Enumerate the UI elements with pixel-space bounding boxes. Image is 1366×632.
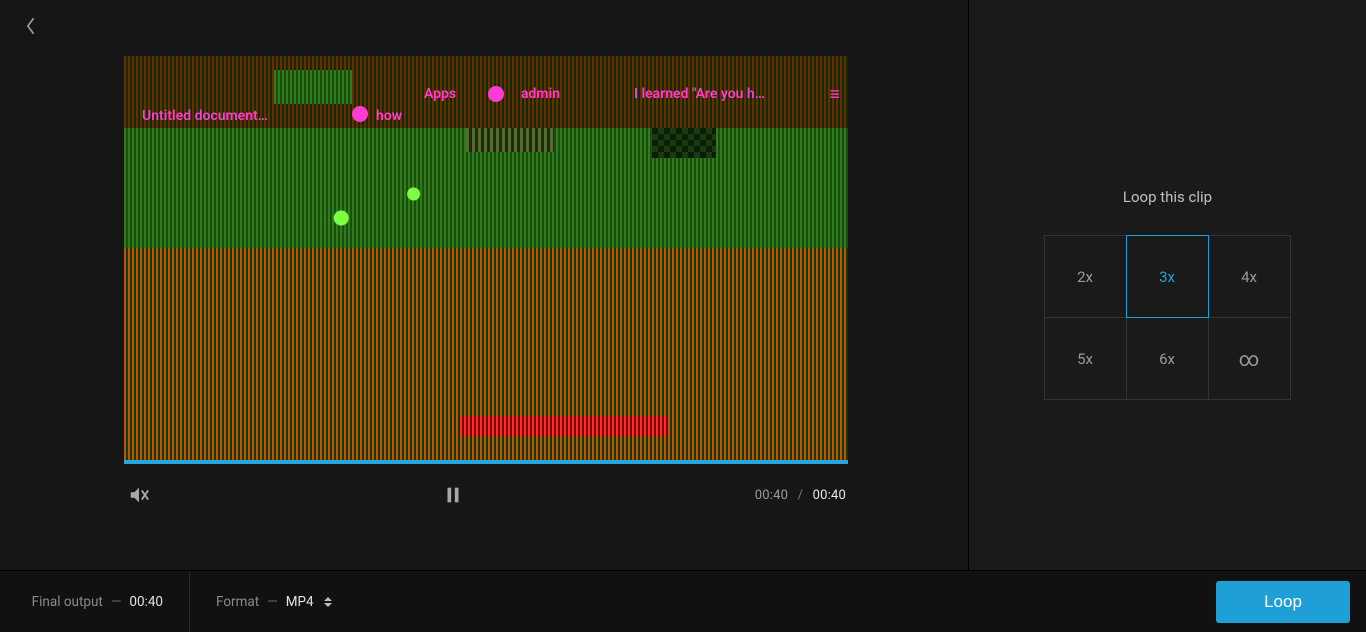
dash-separator: — [111, 594, 122, 610]
loop-count-grid: 2x 3x 4x 5x 6x ∞ [1045, 236, 1291, 400]
video-overlay-text: Apps [424, 86, 456, 102]
format-label: Format [216, 594, 259, 610]
duration-time: 00:40 [813, 488, 846, 503]
loop-option-label: 5x [1077, 350, 1093, 368]
final-output-value: 00:40 [129, 594, 163, 610]
globe-icon [488, 86, 504, 102]
final-output-label: Final output [32, 594, 103, 610]
loop-option-label: ∞ [1239, 347, 1260, 371]
loop-option-2x[interactable]: 2x [1044, 235, 1127, 318]
loop-option-label: 3x [1159, 268, 1175, 286]
preview-pane: Apps admin I learned "Are you h… ≡ Untit… [0, 0, 968, 570]
video-overlay-text: I learned "Are you h… [634, 86, 765, 102]
time-display: 00:40 / 00:40 [755, 488, 846, 503]
side-panel: Loop this clip 2x 3x 4x 5x 6x ∞ [968, 0, 1366, 570]
format-segment: Format — MP4 [190, 571, 360, 632]
format-value: MP4 [286, 594, 314, 610]
play-pause-button[interactable] [440, 482, 466, 508]
video-overlay-text: how [376, 108, 402, 124]
video-controls: 00:40 / 00:40 [124, 464, 848, 508]
video-overlay-band [466, 128, 554, 152]
pause-icon [442, 484, 464, 506]
loop-option-label: 6x [1159, 350, 1175, 368]
bottom-bar: Final output — 00:40 Format — MP4 Loop [0, 570, 1366, 632]
main-area: Apps admin I learned "Are you h… ≡ Untit… [0, 0, 1366, 570]
format-select[interactable]: MP4 [286, 594, 334, 610]
volume-muted-icon [128, 484, 150, 506]
video-overlay-band [274, 70, 352, 104]
globe-icon [352, 106, 368, 122]
video-overlay-text: admin [521, 86, 560, 102]
side-panel-title: Loop this clip [1123, 188, 1212, 206]
loop-option-6x[interactable]: 6x [1126, 317, 1209, 400]
final-output-segment: Final output — 00:40 [0, 571, 190, 632]
mute-button[interactable] [126, 482, 152, 508]
video-overlay-band [652, 128, 716, 158]
video-region: Apps admin I learned "Are you h… ≡ Untit… [124, 56, 848, 508]
video-frame[interactable]: Apps admin I learned "Are you h… ≡ Untit… [124, 56, 848, 460]
hamburger-icon: ≡ [829, 86, 840, 104]
spacer [360, 571, 1216, 632]
loop-option-label: 4x [1241, 268, 1257, 286]
app-root: Apps admin I learned "Are you h… ≡ Untit… [0, 0, 1366, 632]
video-overlay-text: Untitled document… [142, 108, 268, 124]
time-separator: / [798, 488, 804, 503]
back-button[interactable] [18, 14, 42, 38]
loop-option-3x[interactable]: 3x [1126, 235, 1209, 318]
loop-option-5x[interactable]: 5x [1044, 317, 1127, 400]
loop-option-4x[interactable]: 4x [1208, 235, 1291, 318]
video-overlay-band [460, 416, 668, 436]
dash-separator: — [267, 594, 278, 610]
current-time: 00:40 [755, 488, 788, 503]
sort-arrows-icon [324, 597, 334, 607]
loop-option-label: 2x [1077, 268, 1093, 286]
loop-button[interactable]: Loop [1216, 581, 1350, 623]
chevron-left-icon [26, 18, 35, 34]
loop-option-infinite[interactable]: ∞ [1208, 317, 1291, 400]
